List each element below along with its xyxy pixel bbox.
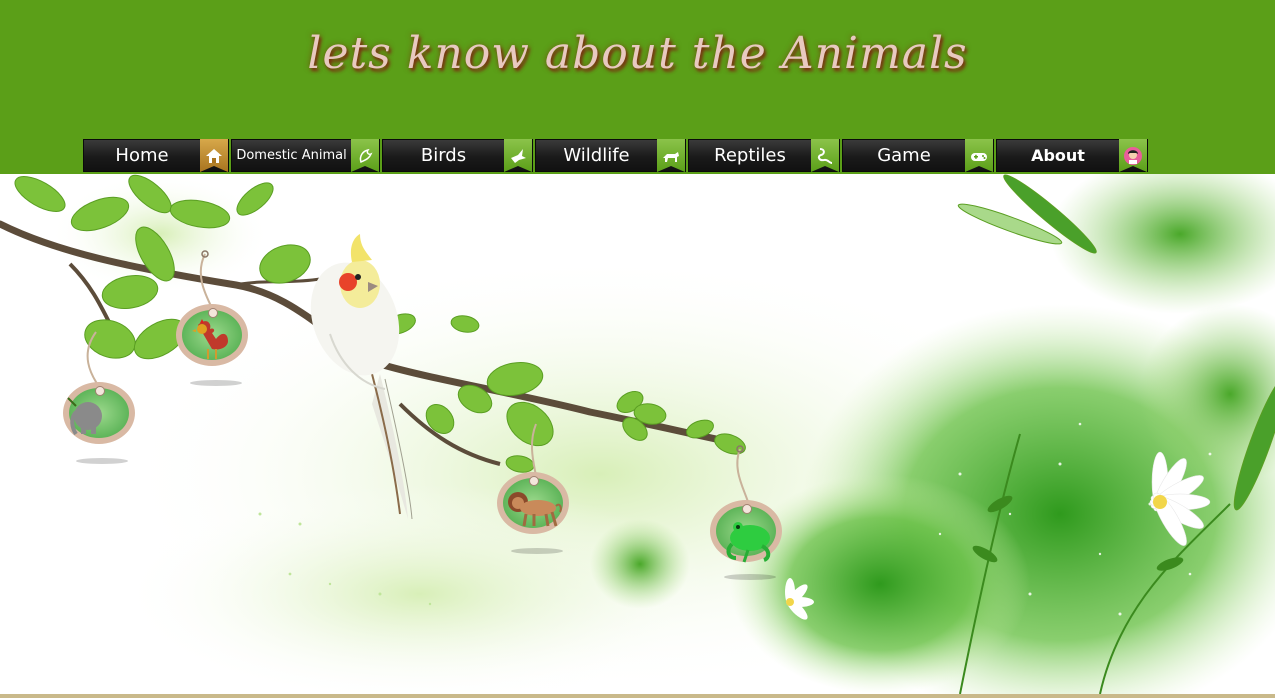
animal-scene: [0, 174, 1275, 694]
site-header: lets know about the Animals Home Domesti…: [0, 0, 1275, 174]
home-icon: [200, 139, 228, 172]
nav-birds[interactable]: Birds: [382, 139, 533, 172]
nav-home[interactable]: Home: [83, 139, 229, 172]
nav-domestic-animal[interactable]: Domestic Animal: [231, 139, 380, 172]
snake-icon: [811, 139, 839, 172]
main-nav: Home Domestic Animal Birds Wildlife Rept…: [83, 139, 1150, 172]
nav-wildlife[interactable]: Wildlife: [535, 139, 686, 172]
lion-icon: [657, 139, 685, 172]
frog-icon: [726, 522, 771, 563]
nav-reptiles-label: Reptiles: [714, 145, 786, 166]
dove-icon: [504, 139, 532, 172]
nav-domestic-animal-label: Domestic Animal: [236, 148, 347, 163]
footer-strip: [0, 694, 1275, 698]
site-title: lets know about the Animals: [307, 28, 968, 79]
nav-game[interactable]: Game: [842, 139, 994, 172]
gamepad-icon: [965, 139, 993, 172]
nav-reptiles[interactable]: Reptiles: [688, 139, 840, 172]
nav-wildlife-label: Wildlife: [563, 145, 630, 166]
nav-game-label: Game: [877, 145, 931, 166]
bird-icon: [351, 139, 379, 172]
nav-birds-label: Birds: [420, 145, 467, 166]
nav-about[interactable]: About: [996, 139, 1148, 172]
nav-home-label: Home: [115, 145, 169, 166]
person-icon: [1119, 139, 1147, 172]
nav-about-label: About: [1031, 146, 1085, 165]
